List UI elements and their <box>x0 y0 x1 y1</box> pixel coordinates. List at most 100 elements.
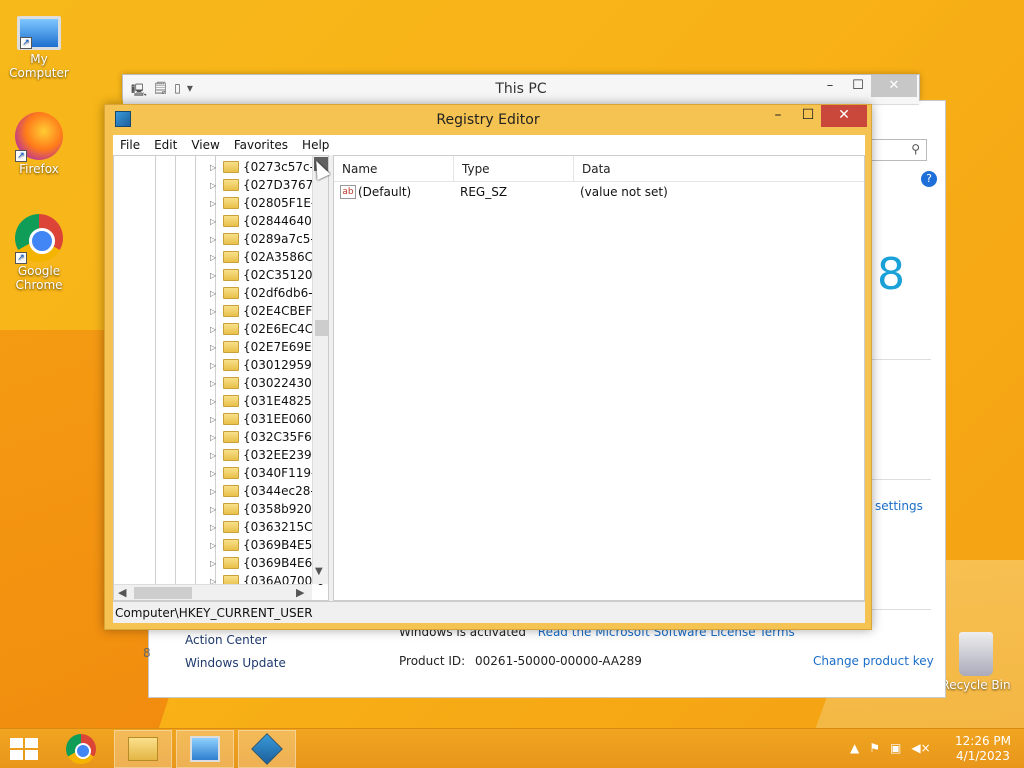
firefox-icon: ↗ <box>15 112 63 162</box>
chevron-down-icon[interactable]: ▼ <box>315 566 323 577</box>
this-pc-titlebar[interactable]: 🖳 🗒 ▯ ▾ This PC – ☐ ✕ <box>123 75 919 105</box>
expand-icon[interactable]: ▷ <box>210 343 220 352</box>
taskbar-remote-desktop[interactable] <box>176 730 234 768</box>
tree-guides <box>136 156 218 586</box>
network-icon[interactable]: ▣ <box>890 741 901 755</box>
chevron-up-icon[interactable]: ▲ <box>850 741 859 755</box>
expand-icon[interactable]: ▷ <box>210 325 220 334</box>
close-button[interactable]: ✕ <box>871 75 917 97</box>
tree-item[interactable]: ▷ {02844640-E <box>210 212 325 230</box>
tree-item[interactable]: ▷ {0358b920-0 <box>210 500 325 518</box>
expand-icon[interactable]: ▷ <box>210 523 220 532</box>
column-type[interactable]: Type <box>454 156 574 181</box>
expand-icon[interactable]: ▷ <box>210 253 220 262</box>
minimize-button[interactable]: – <box>815 75 845 97</box>
menu-edit[interactable]: Edit <box>147 135 184 155</box>
tree-item[interactable]: ▷ {0369B4E6-4 <box>210 554 325 572</box>
key-tree[interactable]: ▷ {0273c57c-6 ▷ {027D3767-2 ▷ {02805F1E-D ▷ {02… <box>113 155 329 601</box>
folder-icon <box>223 485 239 497</box>
flag-icon[interactable]: ⚑ <box>869 741 880 755</box>
tree-rows: ▷ {0273c57c-6 ▷ {027D3767-2 ▷ {02805F1E-D ▷ {02… <box>210 158 325 590</box>
tree-item[interactable]: ▷ {027D3767-2 <box>210 176 325 194</box>
column-data[interactable]: Data <box>574 156 864 181</box>
tree-item[interactable]: ▷ {03022430-A <box>210 374 325 392</box>
tree-item[interactable]: ▷ {031EE060-6 <box>210 410 325 428</box>
clock[interactable]: 12:26 PM 4/1/2023 <box>950 734 1016 764</box>
maximize-button[interactable]: ☐ <box>793 105 823 127</box>
expand-icon[interactable]: ▷ <box>210 505 220 514</box>
menu-favorites[interactable]: Favorites <box>227 135 295 155</box>
change-settings-link[interactable]: settings <box>875 499 923 513</box>
menu-file[interactable]: File <box>113 135 147 155</box>
expand-icon[interactable]: ▷ <box>210 541 220 550</box>
taskbar-chrome[interactable] <box>52 730 110 768</box>
desktop-icon-my-computer[interactable]: ↗ My Computer <box>0 10 78 80</box>
tree-item[interactable]: ▷ {02E6EC4C-9 <box>210 320 325 338</box>
expand-icon[interactable]: ▷ <box>210 487 220 496</box>
close-button[interactable]: ✕ <box>821 105 867 127</box>
column-name[interactable]: Name <box>334 156 454 181</box>
expand-icon[interactable]: ▷ <box>210 289 220 298</box>
tree-item[interactable]: ▷ {0289a7c5-9 <box>210 230 325 248</box>
expand-icon[interactable]: ▷ <box>210 307 220 316</box>
tree-item-label: {03012959-F <box>243 358 323 372</box>
tree-item[interactable]: ▷ {02E4CBEF-3 <box>210 302 325 320</box>
tree-item[interactable]: ▷ {0363215C-3 <box>210 518 325 536</box>
expand-icon[interactable]: ▷ <box>210 415 220 424</box>
tree-item[interactable]: ▷ {02C35120-4 <box>210 266 325 284</box>
menu-view[interactable]: View <box>184 135 226 155</box>
folder-icon <box>223 377 239 389</box>
desktop-icon-recycle-bin[interactable]: Recycle Bin <box>937 632 1015 692</box>
expand-icon[interactable]: ▷ <box>210 361 220 370</box>
expand-icon[interactable]: ▷ <box>210 163 220 172</box>
expand-icon[interactable]: ▷ <box>210 379 220 388</box>
tree-item[interactable]: ▷ {03012959-F <box>210 356 325 374</box>
values-list[interactable]: Name Type Data ab (Default) REG_SZ (valu… <box>333 155 865 601</box>
tree-item[interactable]: ▷ {031E4825-7 <box>210 392 325 410</box>
menu-help[interactable]: Help <box>295 135 336 155</box>
tree-item[interactable]: ▷ {02805F1E-D <box>210 194 325 212</box>
taskbar-registry-editor[interactable] <box>238 730 296 768</box>
desktop-icon-chrome[interactable]: ↗ Google Chrome <box>0 214 78 292</box>
expand-icon[interactable]: ▷ <box>210 235 220 244</box>
tree-item[interactable]: ▷ {02A3586C-I <box>210 248 325 266</box>
taskbar-file-explorer[interactable] <box>114 730 172 768</box>
start-button[interactable] <box>10 738 38 760</box>
expand-icon[interactable]: ▷ <box>210 271 220 280</box>
expand-icon[interactable]: ▷ <box>210 397 220 406</box>
system-search-input[interactable]: ⚲ <box>871 139 927 161</box>
tree-item[interactable]: ▷ {02E7E69E-E <box>210 338 325 356</box>
expand-icon[interactable]: ▷ <box>210 451 220 460</box>
chevron-right-icon[interactable]: ▶ <box>296 586 304 599</box>
expand-icon[interactable]: ▷ <box>210 469 220 478</box>
maximize-button[interactable]: ☐ <box>843 75 873 97</box>
tree-item[interactable]: ▷ {0344ec28-5 <box>210 482 325 500</box>
speaker-muted-icon[interactable]: ◀× <box>911 741 930 755</box>
window-title: This PC <box>495 81 547 97</box>
help-icon[interactable]: ? <box>921 171 937 187</box>
desktop-icon-firefox[interactable]: ↗ Firefox <box>0 112 78 176</box>
tree-horizontal-scrollbar[interactable]: ◀ ▶ <box>114 584 312 600</box>
windows-update-link[interactable]: Windows Update <box>185 656 286 670</box>
expand-icon[interactable]: ▷ <box>210 199 220 208</box>
expand-icon[interactable]: ▷ <box>210 433 220 442</box>
tree-item[interactable]: ▷ {0369B4E5-4 <box>210 536 325 554</box>
value-row[interactable]: ab (Default) REG_SZ (value not set) <box>334 182 864 202</box>
tree-item[interactable]: ▷ {0273c57c-6 <box>210 158 325 176</box>
expand-icon[interactable]: ▷ <box>210 181 220 190</box>
minimize-button[interactable]: – <box>763 105 793 127</box>
change-product-key-link[interactable]: Change product key <box>813 654 934 668</box>
tree-item[interactable]: ▷ {0340F119-A <box>210 464 325 482</box>
registry-titlebar[interactable]: Registry Editor – ☐ ✕ <box>105 105 871 133</box>
tree-item[interactable]: ▷ {032C35F6-1 <box>210 428 325 446</box>
expand-icon[interactable]: ▷ <box>210 217 220 226</box>
list-header: Name Type Data <box>334 156 864 182</box>
tree-item[interactable]: ▷ {032EE239-D <box>210 446 325 464</box>
action-center-link[interactable]: Action Center <box>185 633 286 647</box>
expand-icon[interactable]: ▷ <box>210 559 220 568</box>
chevron-left-icon[interactable]: ◀ <box>118 586 126 599</box>
scroll-thumb[interactable] <box>134 587 192 599</box>
scroll-thumb[interactable] <box>315 320 328 336</box>
tree-vertical-scrollbar[interactable]: ▼ <box>312 156 328 584</box>
tree-item[interactable]: ▷ {02df6db6-9 <box>210 284 325 302</box>
